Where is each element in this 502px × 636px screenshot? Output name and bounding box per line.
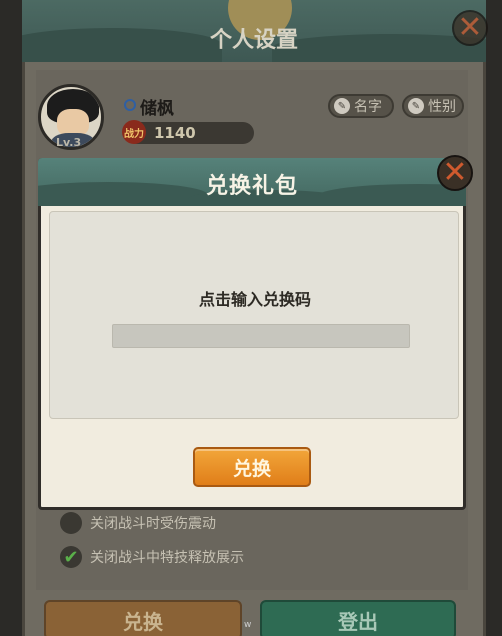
male-gender-icon — [124, 99, 136, 111]
option-disable-skill-display[interactable]: ✔ 关闭战斗中特技释放展示 — [60, 546, 244, 568]
checkmark-icon[interactable]: ✔ — [60, 546, 82, 568]
change-gender-button[interactable]: ✎ 性别 — [402, 94, 464, 118]
player-name: 储枫 — [140, 99, 174, 119]
level-label: Lv.3 — [56, 136, 82, 149]
close-icon[interactable]: ✕ — [452, 10, 488, 46]
redeem-button[interactable]: 兑换 — [44, 600, 242, 636]
power-badge-icon: 战力 — [122, 120, 146, 144]
panel-title: 个人设置 — [209, 28, 298, 53]
checkbox-unchecked-icon[interactable] — [60, 512, 82, 534]
confirm-redeem-button[interactable]: 兑换 — [193, 447, 311, 487]
pen-icon: ✎ — [334, 98, 350, 114]
redeem-gift-dialog: 兑换礼包 ✕ 点击输入兑换码 兑换 — [38, 155, 473, 510]
logout-button[interactable]: 登出 — [260, 600, 456, 636]
close-icon[interactable]: ✕ — [437, 155, 473, 191]
dialog-header: 兑换礼包 — [38, 158, 466, 206]
stray-text: w — [244, 620, 252, 630]
option-disable-hit-vibration[interactable]: 关闭战斗时受伤震动 — [60, 512, 216, 534]
code-input-panel[interactable]: 点击输入兑换码 — [49, 211, 459, 419]
input-prompt: 点击输入兑换码 — [198, 290, 311, 309]
gender-label: 性别 — [428, 99, 456, 115]
pen-icon: ✎ — [408, 98, 424, 114]
rename-button[interactable]: ✎ 名字 — [328, 94, 394, 118]
dialog-title: 兑换礼包 — [205, 174, 298, 199]
rename-label: 名字 — [354, 99, 382, 115]
option-label: 关闭战斗中特技释放展示 — [90, 550, 244, 566]
power-value: 1140 — [154, 124, 196, 142]
redeem-code-input[interactable] — [112, 324, 410, 348]
option-label: 关闭战斗时受伤震动 — [90, 516, 216, 532]
